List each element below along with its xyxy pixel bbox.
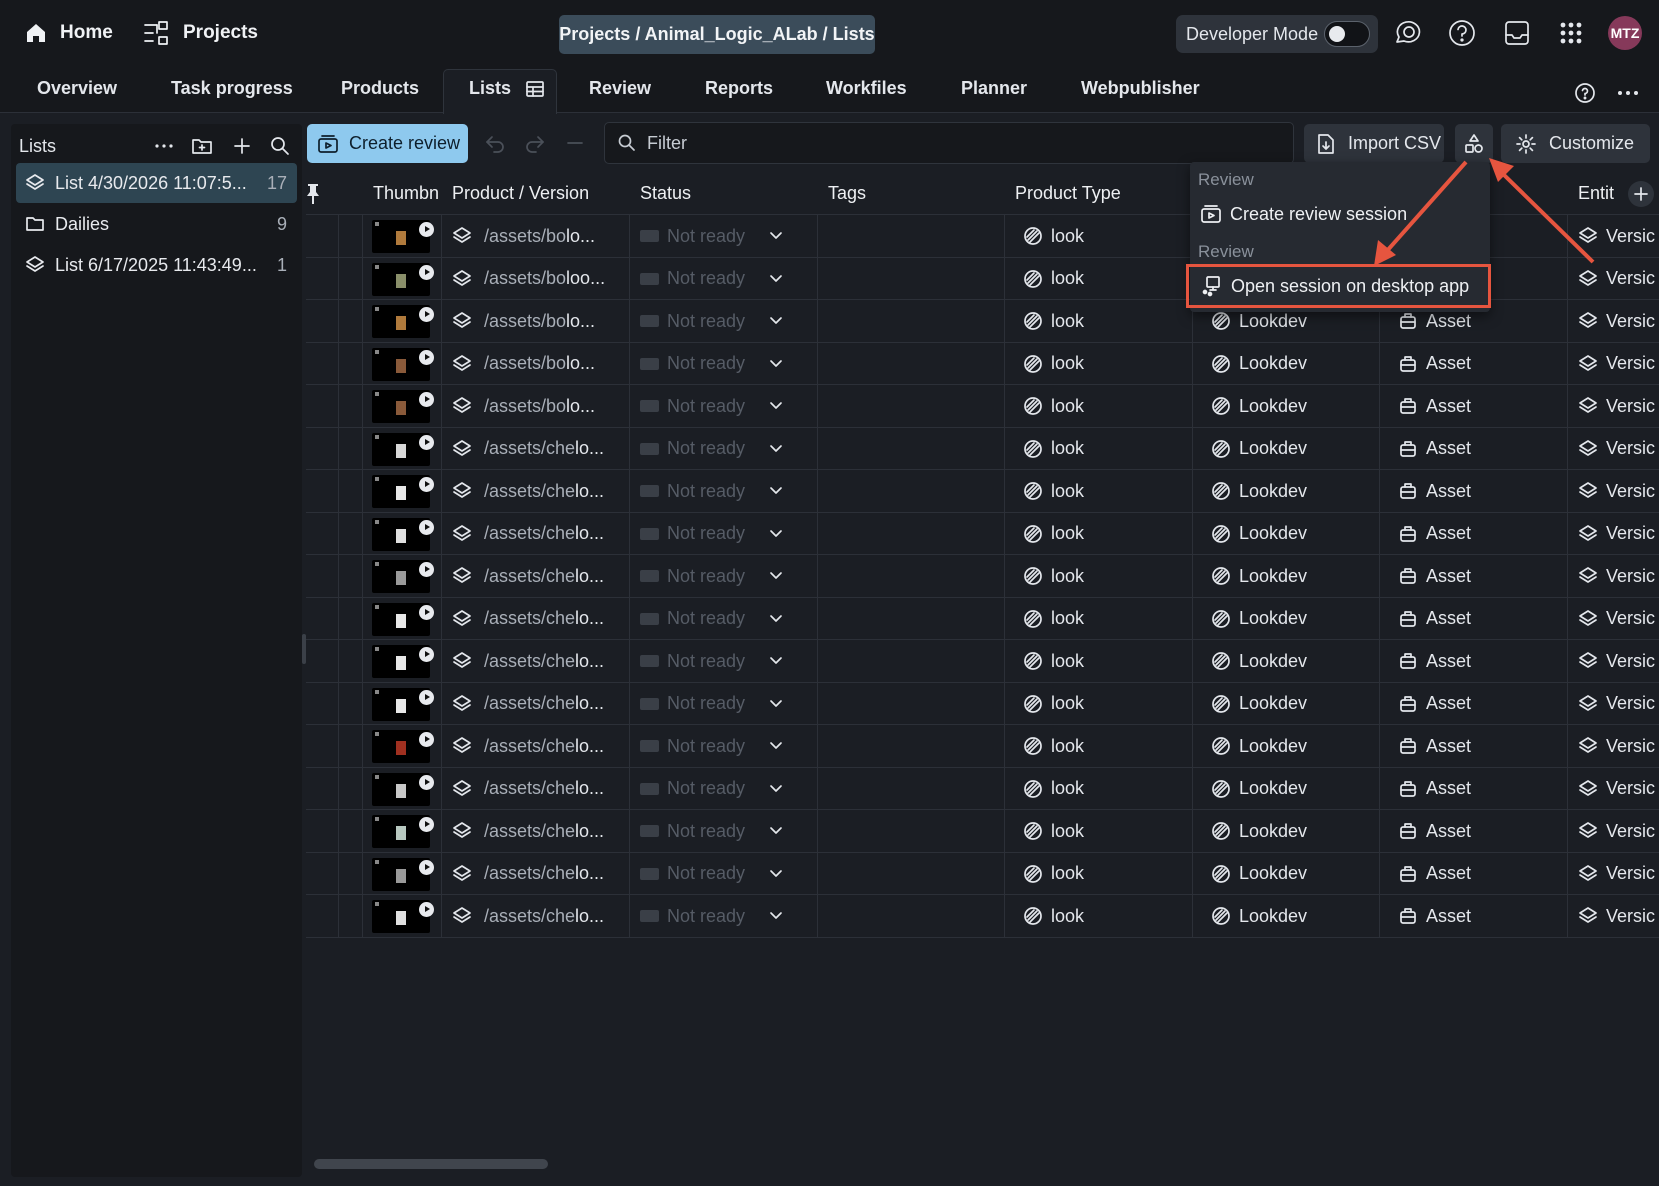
annotation-arrows (1374, 158, 1595, 266)
arrow-to-apps-button (1499, 170, 1595, 264)
horizontal-scrollbar[interactable] (314, 1159, 548, 1169)
arrow-to-menu-item (1384, 160, 1468, 254)
